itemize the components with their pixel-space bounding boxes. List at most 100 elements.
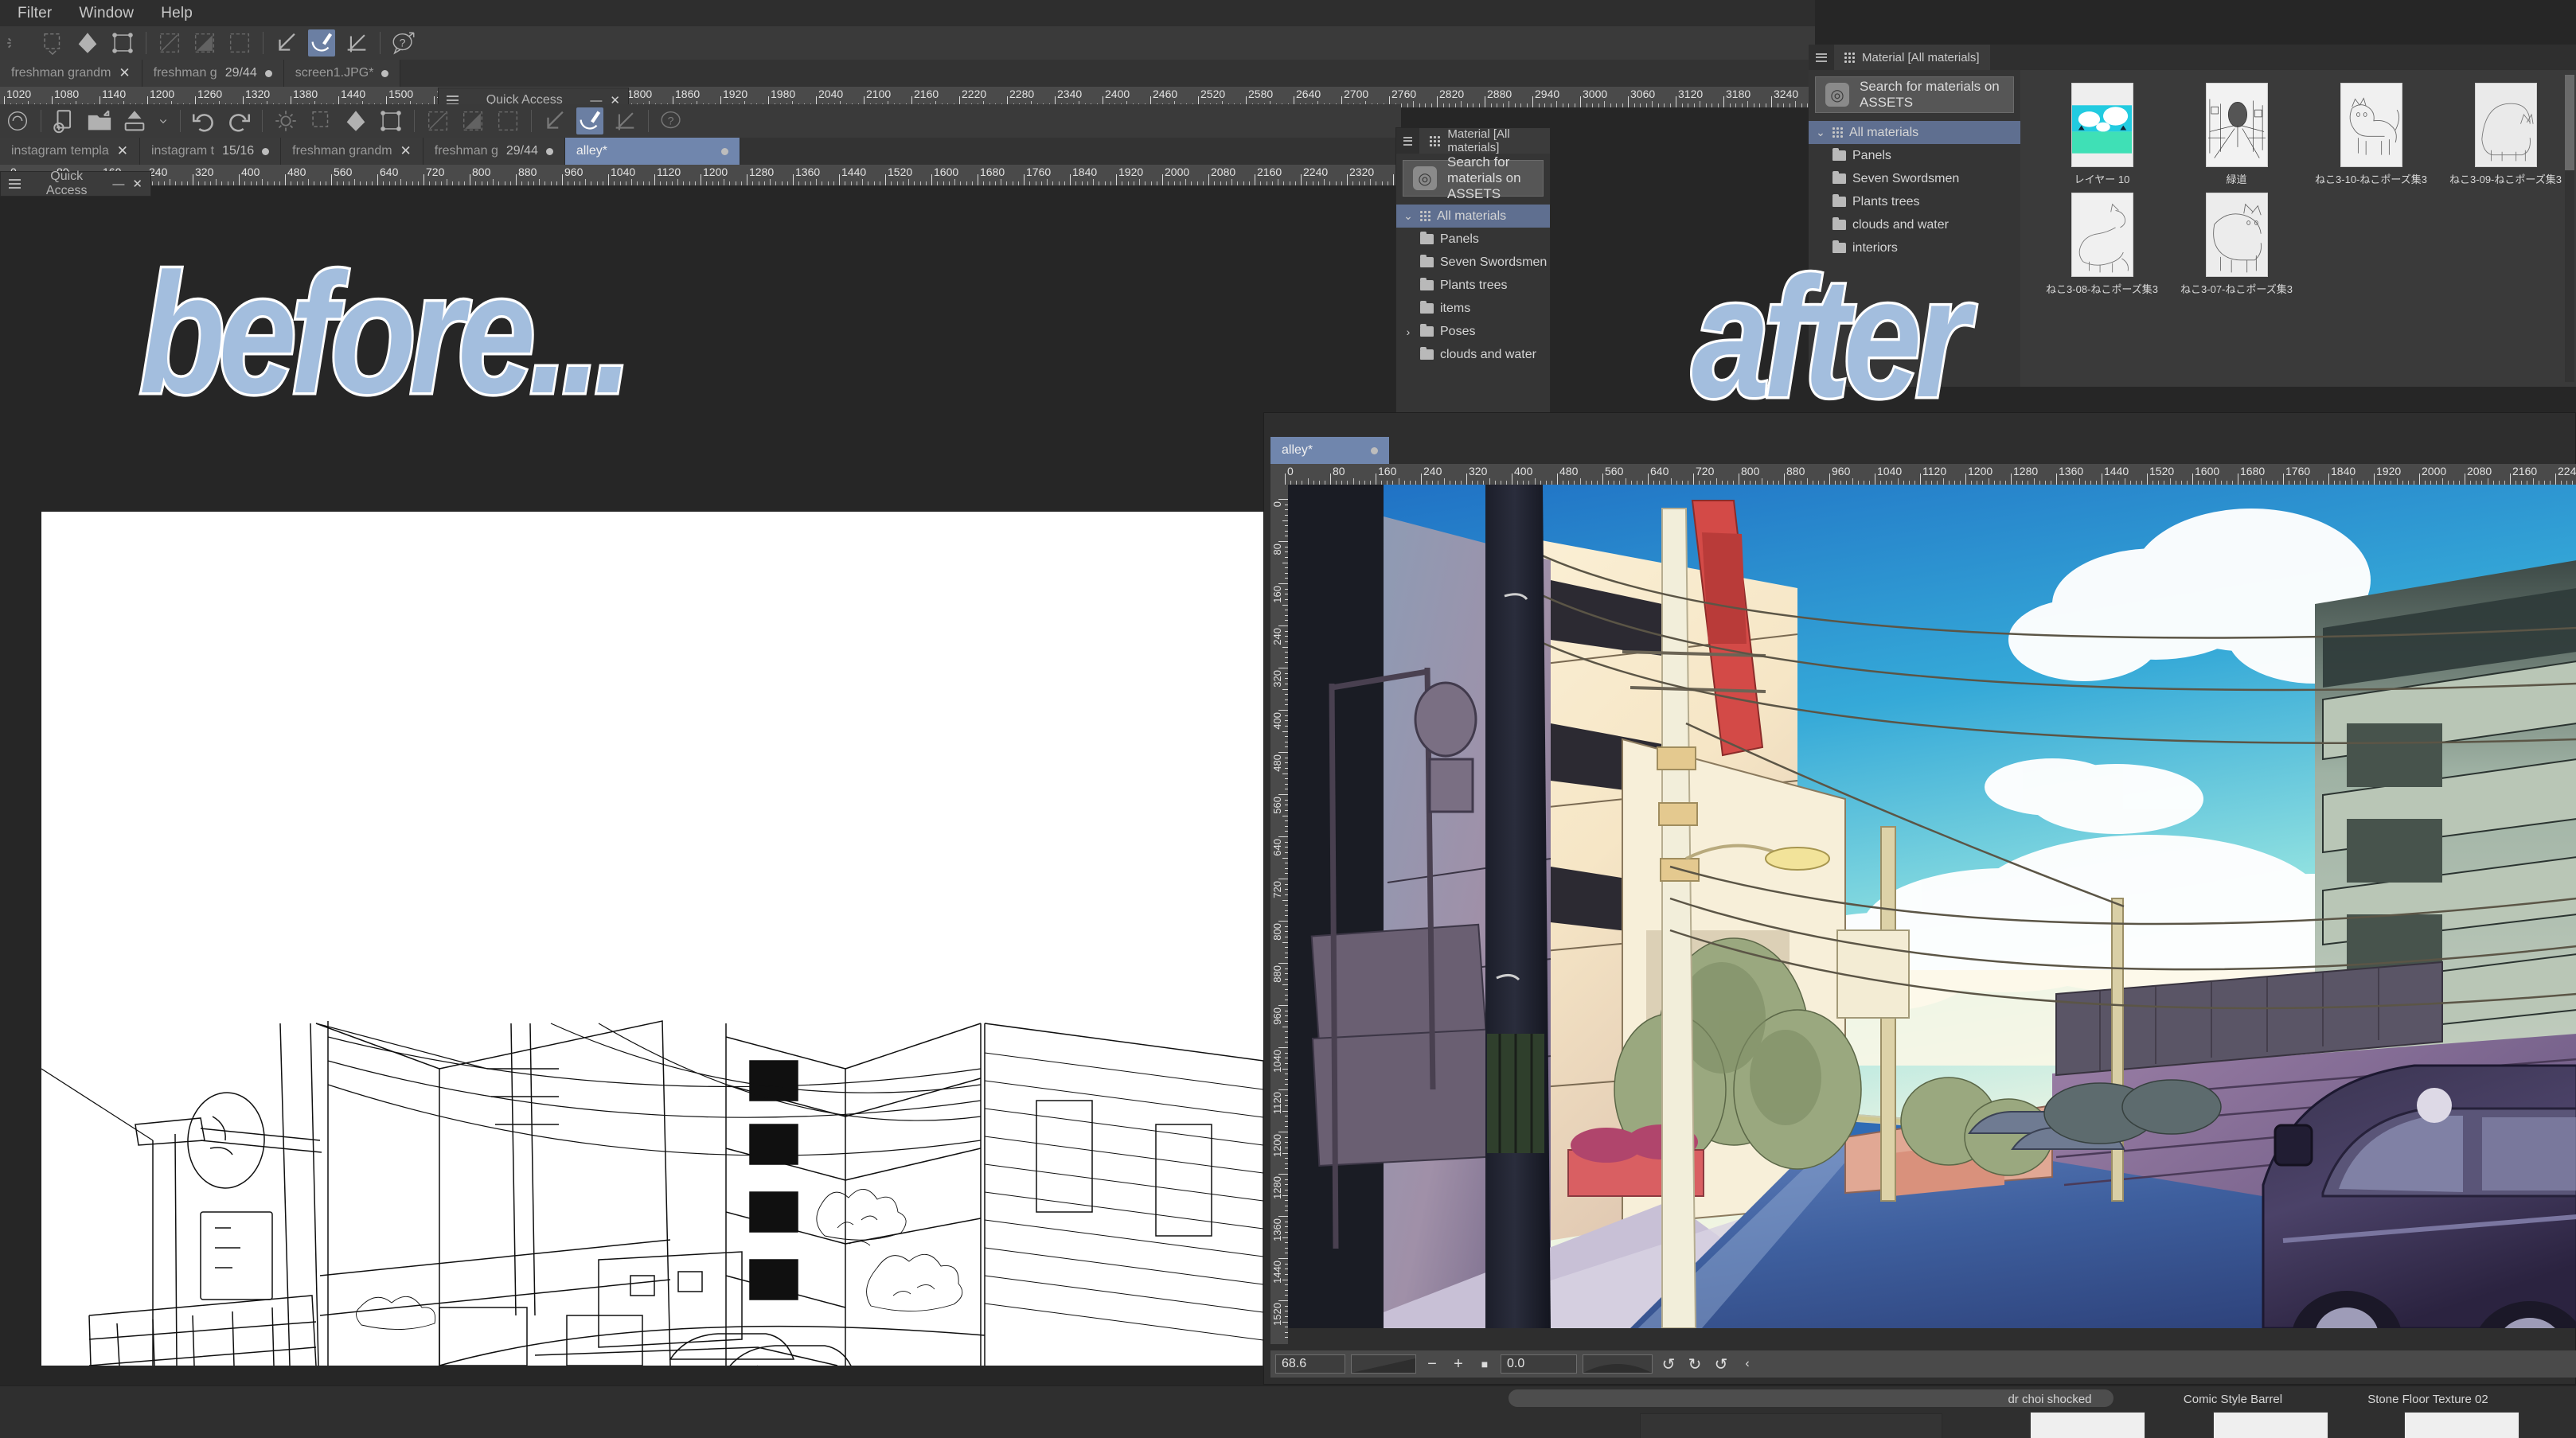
ruler-snap-icon[interactable] — [611, 107, 638, 134]
redo-icon[interactable] — [225, 107, 252, 134]
bottom-material-label-1[interactable]: Comic Style Barrel — [2141, 1393, 2324, 1406]
material-tree-item-panels[interactable]: Panels — [1396, 228, 1550, 251]
tab-instagram-t[interactable]: instagram t 15/16 — [139, 138, 282, 165]
tab-alley-canvas[interactable]: alley* — [1270, 437, 1390, 464]
scrollbar-thumb[interactable] — [2565, 75, 2574, 170]
select-shrink-icon[interactable] — [307, 107, 334, 134]
material-thumbnail[interactable]: レイヤー 10 — [2057, 83, 2147, 186]
save-icon[interactable] — [121, 107, 148, 134]
material-tree-item-all-materials[interactable]: ⌄ All materials — [1396, 205, 1550, 228]
zoom-out-button[interactable]: − — [1422, 1355, 1442, 1374]
material-thumbnail-grid[interactable]: レイヤー 10 緑道 ねこ3-10-ねこポーズ集3 ねこ3-09-ねこポーズ集3 ねこ3… — [2035, 83, 2576, 302]
material-thumbnail[interactable]: ねこ3-08-ねこポーズ集3 — [2046, 193, 2158, 296]
material-tree-back[interactable]: ⌄ All materials Panels Seven Swordsmen Plant… — [1396, 203, 1550, 368]
fill-bucket-icon[interactable] — [74, 29, 101, 57]
menu-item-filter[interactable]: Filter — [18, 5, 52, 22]
material-thumbnail[interactable]: ねこ3-09-ねこポーズ集3 — [2449, 83, 2562, 186]
rotation-slider[interactable] — [1583, 1354, 1653, 1374]
chevron-icon[interactable]: ⌄ — [1815, 126, 1826, 139]
brush-tool-icon[interactable] — [576, 107, 603, 134]
selection-none-icon[interactable] — [156, 29, 183, 57]
arrow-down-left-icon[interactable] — [273, 29, 300, 57]
transform-box-icon[interactable] — [109, 29, 136, 57]
canvas-window-alley[interactable]: alley* 0 80 160 240 320 400 480 560 640 720 800 880… — [1263, 412, 2576, 1385]
zoom-in-button[interactable]: + — [1448, 1355, 1469, 1374]
new-document-icon[interactable] — [51, 107, 78, 134]
ruler-horizontal-front[interactable]: 0801602403204004805606407208008809601040… — [0, 165, 1401, 185]
bottom-material-swatch-1[interactable] — [2213, 1412, 2328, 1438]
chevron-icon[interactable]: ⌄ — [1403, 209, 1414, 223]
tab-freshman-grandma-front[interactable]: freshman grandm ✕ — [281, 138, 423, 165]
material-tree-item-all-materials[interactable]: ⌄ All materials — [1809, 121, 2020, 144]
brush-tool-icon[interactable] — [308, 29, 335, 57]
tab-instagram-template[interactable]: instagram templa ✕ — [0, 138, 140, 165]
thumbnail-scrollbar[interactable] — [2565, 75, 2574, 382]
menu-burger-icon[interactable] — [1403, 136, 1413, 146]
assets-search-button-back[interactable]: Search for materials on ASSETS — [1403, 154, 1544, 201]
canvas-after-colored[interactable] — [1288, 485, 2576, 1328]
tab-freshman-g-back[interactable]: freshman g 29/44 — [142, 60, 284, 87]
menu-burger-icon[interactable] — [9, 179, 21, 189]
fill-bucket-icon[interactable] — [342, 107, 369, 134]
zoom-value-field[interactable]: 68.6 — [1275, 1354, 1345, 1374]
arrow-down-left-icon[interactable] — [541, 107, 568, 134]
bottom-material-label-0[interactable]: dr choi shocked — [1958, 1393, 2141, 1406]
material-tree-item-seven-swordsmen[interactable]: Seven Swordsmen — [1809, 167, 2020, 190]
tab-freshman-grandma-back[interactable]: freshman grandm ✕ — [0, 60, 142, 87]
transform-box-icon[interactable] — [377, 107, 404, 134]
rotate-right-button[interactable]: ↻ — [1684, 1354, 1705, 1374]
undo-history-icon[interactable] — [4, 107, 31, 134]
bottom-material-swatch-0[interactable] — [2030, 1412, 2145, 1438]
material-tree-item-poses[interactable]: › Poses — [1396, 320, 1550, 343]
quick-access-titlebar-front[interactable]: Quick Access — ✕ — [1, 170, 150, 197]
material-tab-all-materials-front[interactable]: Material [All materials] — [1834, 45, 1990, 70]
close-icon[interactable]: ✕ — [117, 143, 128, 159]
material-panel-back[interactable]: Material [All materials] Search for mate… — [1395, 127, 1551, 426]
rotation-value-field[interactable]: 0.0 — [1501, 1354, 1577, 1374]
material-thumbnail[interactable]: ねこ3-07-ねこポーズ集3 — [2180, 193, 2293, 296]
material-tree-item-clouds-and-water[interactable]: clouds and water — [1809, 213, 2020, 236]
help-balloon-icon[interactable]: ? — [390, 29, 417, 57]
minimize-icon[interactable]: — — [112, 177, 124, 191]
material-tree-item-seven-swordsmen[interactable]: Seven Swordsmen — [1396, 251, 1550, 274]
selection-rect-icon[interactable] — [226, 29, 253, 57]
reset-rotation-button[interactable]: ↺ — [1711, 1354, 1731, 1374]
selection-none-icon[interactable] — [424, 107, 451, 134]
close-icon[interactable]: ✕ — [400, 143, 412, 159]
canvas-before-lineart[interactable] — [41, 512, 1264, 1436]
bottom-material-swatch-2[interactable] — [2404, 1412, 2519, 1438]
material-thumbnail-area[interactable]: レイヤー 10 緑道 ねこ3-10-ねこポーズ集3 ねこ3-09-ねこポーズ集3 ねこ3… — [2020, 70, 2576, 387]
material-tree-item-clouds-and-water[interactable]: clouds and water — [1396, 343, 1550, 366]
tab-alley-front[interactable]: alley* — [564, 138, 740, 165]
material-tree-item-panels[interactable]: Panels — [1809, 144, 2020, 167]
selection-gradient-icon[interactable] — [191, 29, 218, 57]
menu-burger-icon[interactable] — [1816, 53, 1827, 62]
tab-screen1-jpg[interactable]: screen1.JPG* — [283, 60, 401, 87]
sparkle-icon[interactable] — [4, 29, 31, 57]
chevron-down-icon[interactable] — [156, 107, 170, 134]
selection-gradient-icon[interactable] — [459, 107, 486, 134]
ruler-snap-icon[interactable] — [343, 29, 370, 57]
selection-rect-icon[interactable] — [494, 107, 521, 134]
material-tab-all-materials-back[interactable]: Material [All materials] — [1419, 127, 1550, 154]
undo-icon[interactable] — [190, 107, 217, 134]
help-balloon-icon[interactable]: ? — [658, 107, 685, 134]
more-options-button[interactable]: ‹ — [1737, 1357, 1758, 1371]
close-icon[interactable]: ✕ — [119, 65, 130, 81]
menu-item-window[interactable]: Window — [79, 5, 134, 22]
material-tree-item-items[interactable]: items — [1396, 297, 1550, 320]
material-thumbnail[interactable]: ねこ3-10-ねこポーズ集3 — [2315, 83, 2427, 186]
bottom-material-label-2[interactable]: Stone Floor Texture 02 — [2328, 1393, 2527, 1406]
assets-search-button-front[interactable]: Search for materials on ASSETS — [1815, 76, 2014, 113]
close-icon[interactable]: ✕ — [132, 177, 142, 191]
ruler-horizontal-canvas[interactable]: 0 80 160 240 320 400 480 560 640 720 800 880 960 1040… — [1270, 464, 2576, 485]
sparkle-icon[interactable] — [272, 107, 299, 134]
material-tree-item-plants-trees[interactable]: Plants trees — [1396, 274, 1550, 297]
material-thumbnail[interactable]: 緑道 — [2192, 83, 2281, 186]
rotate-left-button[interactable]: ↺ — [1658, 1354, 1679, 1374]
tab-freshman-g-front[interactable]: freshman g 29/44 — [423, 138, 565, 165]
menu-item-help[interactable]: Help — [161, 5, 193, 22]
open-folder-icon[interactable] — [86, 107, 113, 134]
select-shrink-icon[interactable] — [39, 29, 66, 57]
chevron-icon[interactable]: › — [1403, 325, 1414, 338]
